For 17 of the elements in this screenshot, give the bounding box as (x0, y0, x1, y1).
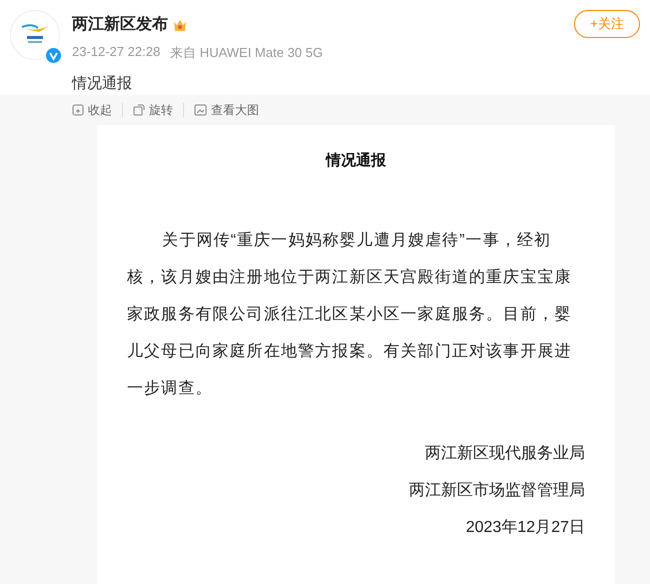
notice-paragraph: 关于网传“重庆一妈妈称婴儿遭月嫂虐待”一事，经初核，该月嫂由注册地位于两江新区天宫殿街道的重庆宝宝康家政服务有限公司派往江北区某小区一家庭服务。目前，婴儿父母已向家庭所在地警方报案。有关部门正对该事开展进一步调查。 (127, 230, 573, 399)
notice-signature: 两江新区现代服务业局 (425, 444, 585, 464)
post-source: 来自 HUAWEI Mate 30 5G (170, 44, 323, 62)
collapse-icon (72, 104, 84, 116)
notice-title: 情况通报 (326, 151, 386, 170)
image-toolbar-button[interactable]: 旋转 (133, 103, 184, 117)
notice-image[interactable]: 情况通报 关于网传“重庆一妈妈称婴儿遭月嫂虐待”一事，经初核，该月嫂由注册地位于两江新区天宫殿街道的重庆宝宝康家政服务有限公司派往江北区某小区一家庭服务。目前，婴儿父母已向家庭所在地警方报案。有关部门正对该事开展进一步调查。 两江新区现代服务业局 两江新区市场监督管理局 2023年12月27日 (97, 125, 615, 584)
rotate-icon (133, 104, 145, 116)
image-toolbar-button[interactable]: 收起 (72, 103, 123, 117)
avatar-logo-icon[interactable] (10, 10, 60, 60)
image-toolbar-button[interactable]: 查看大图 (194, 103, 269, 117)
post-text: 情况通报 (72, 74, 133, 93)
notice-signature: 2023年12月27日 (466, 518, 585, 538)
notice-signature: 两江新区市场监督管理局 (409, 480, 585, 501)
image-icon (194, 104, 207, 116)
post-time[interactable]: 23-12-27 22:28 (72, 44, 160, 62)
author-name[interactable]: 两江新区发布 (72, 14, 168, 35)
